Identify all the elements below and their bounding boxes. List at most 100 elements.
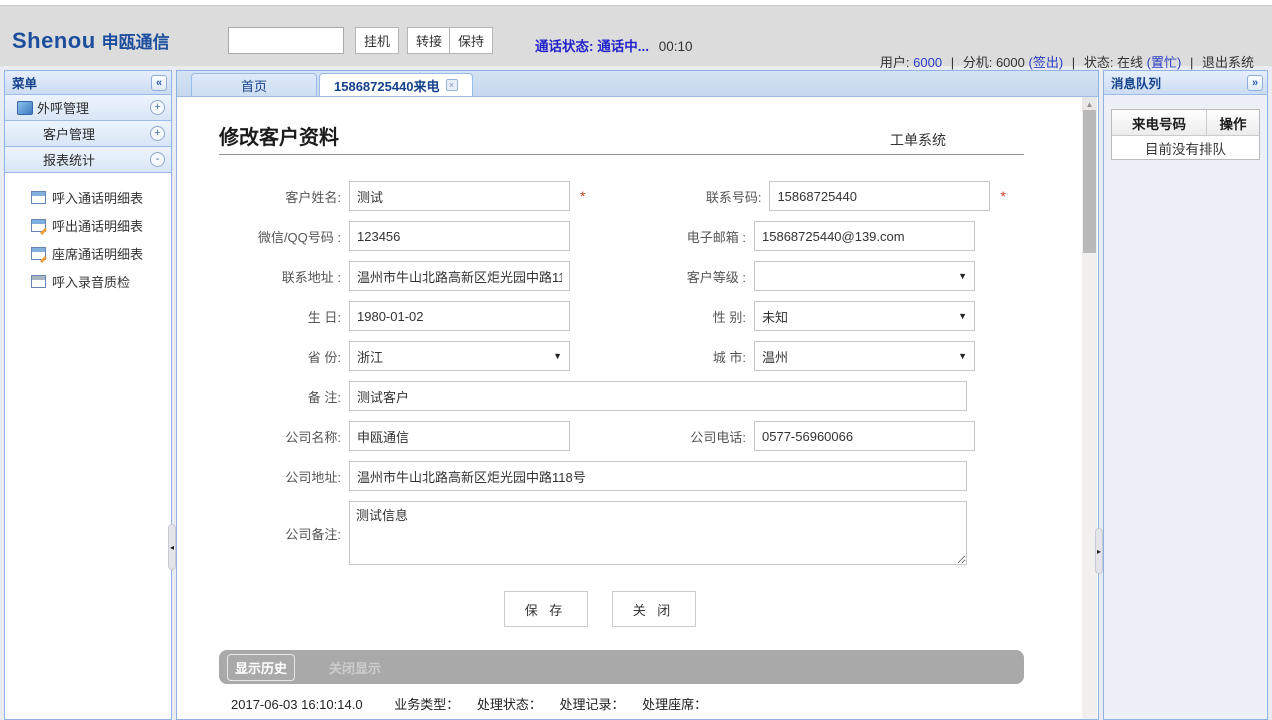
company-remark-textarea[interactable]: 测试信息: [349, 501, 967, 565]
contact-address-input[interactable]: [349, 261, 570, 291]
select-value: 浙江: [357, 347, 553, 366]
sidebar-group-customers[interactable]: 客户管理 +: [5, 121, 171, 147]
form-content: 修改客户资料 工单系统 客户姓名: * 联系号码: * 微信/QQ号码 :: [177, 97, 1082, 713]
app-header: Shenou申瓯通信 挂机 转接 保持 通话状态: 通话中... 00:10 用…: [0, 6, 1272, 66]
main-body: 修改客户资料 工单系统 客户姓名: * 联系号码: * 微信/QQ号码 :: [177, 97, 1098, 719]
history-timestamp: 2017-06-03 16:10:14.0: [231, 697, 363, 712]
history-row: 2017-06-03 16:10:14.0 业务类型： 处理状态： 处理记录： …: [231, 694, 1082, 713]
contact-number-input[interactable]: [769, 181, 990, 211]
call-status-text: 通话状态: 通话中...: [535, 39, 649, 54]
expand-icon[interactable]: +: [150, 100, 165, 115]
main-panel: 首页 15868725440来电 × 修改客户资料 工单系统 客户姓名:: [176, 70, 1099, 720]
company-name-input[interactable]: [349, 421, 570, 451]
customer-form: 客户姓名: * 联系号码: * 微信/QQ号码 : 电子邮箱 :: [219, 181, 1082, 565]
hide-history-button[interactable]: 关闭显示: [329, 658, 381, 677]
splitter-right-icon: ▸: [1097, 547, 1101, 556]
chevron-down-icon: ▼: [958, 311, 967, 321]
work-order-link[interactable]: 工单系统: [890, 130, 946, 150]
hold-button[interactable]: 保持: [449, 27, 493, 54]
sidebar-item-inbound-detail[interactable]: 呼入通话明细表: [5, 183, 171, 211]
splitter-left-icon: ◂: [170, 543, 174, 552]
required-mark: *: [1000, 188, 1005, 204]
left-splitter-handle[interactable]: ◂: [168, 524, 176, 570]
sidebar-submenu: 呼入通话明细表 呼出通话明细表 座席通话明细表 呼入录音质检: [5, 173, 171, 295]
group-label: 客户管理: [43, 124, 95, 143]
table-icon: [31, 191, 46, 204]
field-label: 城 市:: [570, 347, 754, 366]
tab-home[interactable]: 首页: [191, 73, 317, 96]
expand-icon[interactable]: +: [150, 126, 165, 141]
tab-close-icon[interactable]: ×: [446, 79, 458, 91]
email-input[interactable]: [754, 221, 975, 251]
field-label: 省 份:: [219, 347, 349, 366]
call-timer: 00:10: [659, 39, 693, 54]
queue-table-header: 来电号码 操作: [1112, 110, 1259, 136]
call-status: 通话状态: 通话中... 00:10: [535, 35, 693, 55]
company-phone-input[interactable]: [754, 421, 975, 451]
select-value: 未知: [762, 307, 958, 326]
sidebar-group-outbound[interactable]: 外呼管理 +: [5, 95, 171, 121]
workspace: 菜单 « 外呼管理 + 客户管理 + 报表统计 - 呼入通话明细表: [0, 66, 1272, 720]
column-caller-number: 来电号码: [1112, 110, 1207, 135]
close-button[interactable]: 关 闭: [612, 591, 696, 627]
item-label: 呼出通话明细表: [52, 216, 143, 235]
queue-table: 来电号码 操作 目前没有排队: [1111, 109, 1260, 160]
field-label: 性 别:: [570, 307, 754, 326]
field-label: 备 注:: [219, 387, 349, 406]
tab-label: 首页: [241, 76, 267, 95]
sidebar-item-outbound-detail[interactable]: 呼出通话明细表: [5, 211, 171, 239]
remark-input[interactable]: [349, 381, 967, 411]
field-label: 公司地址:: [219, 467, 349, 486]
item-label: 呼入通话明细表: [52, 188, 143, 207]
history-agent-label: 处理座席：: [642, 697, 707, 712]
history-record-label: 处理记录：: [559, 697, 624, 712]
edit-table-icon: [31, 247, 46, 260]
sidebar-panel: 菜单 « 外呼管理 + 客户管理 + 报表统计 - 呼入通话明细表: [4, 70, 172, 720]
field-label: 电子邮箱 :: [570, 227, 754, 246]
province-select[interactable]: 浙江 ▼: [349, 341, 570, 371]
history-toolbar: 显示历史 关闭显示: [219, 650, 1024, 684]
customer-name-input[interactable]: [349, 181, 570, 211]
hangup-button[interactable]: 挂机: [355, 27, 399, 54]
vertical-scrollbar[interactable]: ▲: [1082, 97, 1097, 719]
message-queue-panel: 消息队列 » 来电号码 操作 目前没有排队: [1103, 70, 1268, 720]
chevron-down-icon: ▼: [958, 271, 967, 281]
logo-cn: 申瓯通信: [102, 33, 170, 52]
sidebar-item-recording-qc[interactable]: 呼入录音质检: [5, 267, 171, 295]
page-title: 修改客户资料: [219, 121, 339, 150]
dial-number-input[interactable]: [228, 27, 344, 54]
queue-collapse-button[interactable]: »: [1247, 75, 1263, 91]
wechat-qq-input[interactable]: [349, 221, 570, 251]
app-logo: Shenou申瓯通信: [12, 28, 170, 54]
show-history-button[interactable]: 显示历史: [227, 654, 295, 681]
column-action: 操作: [1207, 110, 1259, 135]
save-button[interactable]: 保 存: [504, 591, 588, 627]
edit-table-icon: [31, 219, 46, 232]
sidebar-group-reports[interactable]: 报表统计 -: [5, 147, 171, 173]
select-value: 温州: [762, 347, 958, 366]
city-select[interactable]: 温州 ▼: [754, 341, 975, 371]
history-type-label: 业务类型：: [394, 697, 459, 712]
queue-empty-row: 目前没有排队: [1112, 136, 1259, 159]
customer-level-select[interactable]: ▼: [754, 261, 975, 291]
sidebar-title: 菜单: [12, 73, 37, 92]
transfer-button[interactable]: 转接: [407, 27, 451, 54]
sidebar-collapse-button[interactable]: «: [151, 75, 167, 91]
sidebar-item-agent-detail[interactable]: 座席通话明细表: [5, 239, 171, 267]
right-splitter-handle[interactable]: ▸: [1095, 528, 1103, 574]
field-label: 公司备注:: [219, 524, 349, 543]
chevron-down-icon: ▼: [553, 351, 562, 361]
field-label: 微信/QQ号码 :: [219, 227, 349, 246]
scrollbar-thumb[interactable]: [1083, 110, 1096, 253]
tab-incoming-call[interactable]: 15868725440来电 ×: [319, 73, 473, 96]
tab-label: 15868725440来电: [334, 76, 440, 95]
field-label: 客户姓名:: [219, 187, 349, 206]
chevron-down-icon: ▼: [958, 351, 967, 361]
field-label: 联系地址 :: [219, 267, 349, 286]
company-address-input[interactable]: [349, 461, 967, 491]
birthday-input[interactable]: [349, 301, 570, 331]
collapse-icon[interactable]: -: [150, 152, 165, 167]
form-header: 修改客户资料 工单系统: [219, 121, 1024, 155]
group-label: 外呼管理: [37, 98, 89, 117]
gender-select[interactable]: 未知 ▼: [754, 301, 975, 331]
